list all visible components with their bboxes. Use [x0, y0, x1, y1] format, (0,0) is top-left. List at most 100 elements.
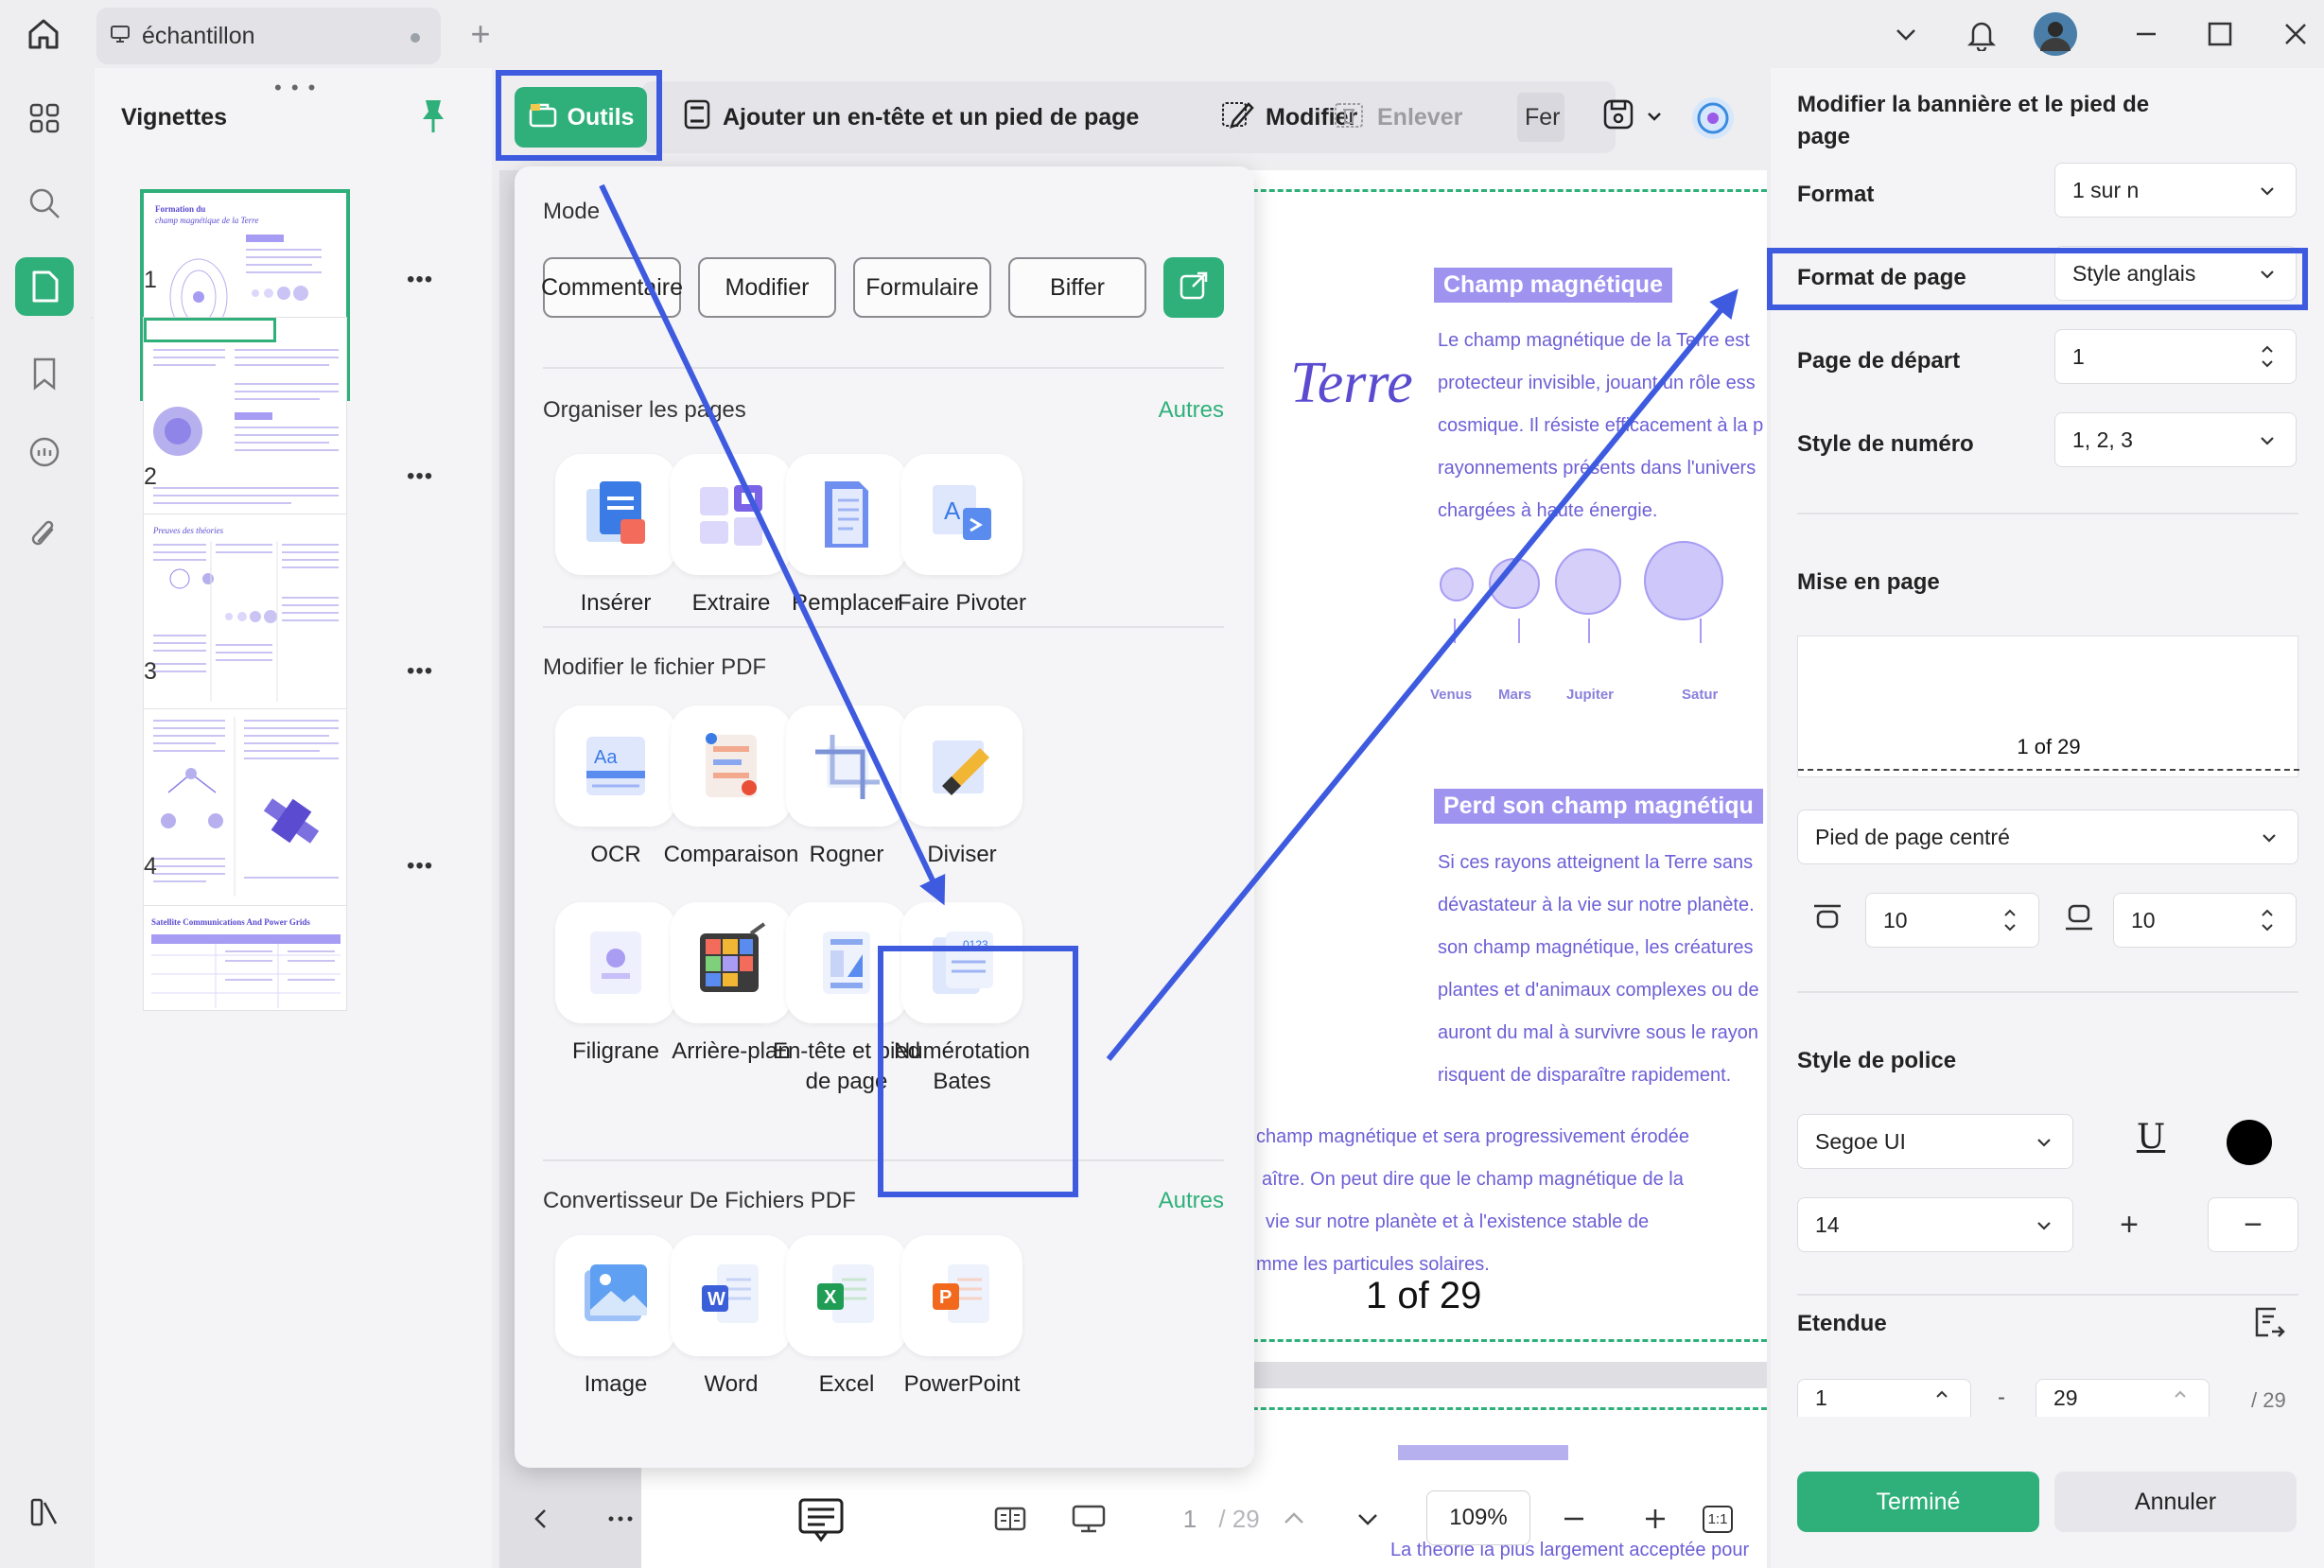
edit-icon [1220, 98, 1254, 137]
thumb-label-3: 3 [144, 658, 157, 685]
pin-icon[interactable] [416, 96, 454, 138]
format-select[interactable]: 1 sur n [2054, 163, 2297, 218]
number-style-select[interactable]: 1, 2, 3 [2054, 412, 2297, 467]
start-page-stepper[interactable]: 1 [2054, 329, 2297, 384]
doc-line: son champ magnétique, les créatures [1438, 937, 1754, 958]
tool-rotate[interactable]: A Faire Pivoter [882, 454, 1042, 618]
margin-top-stepper[interactable]: 10 [1865, 893, 2039, 948]
thumb-label-2: 2 [144, 463, 157, 490]
font-size-select[interactable]: 14 [1797, 1197, 2073, 1252]
mode-comment-button[interactable]: Commentaire [541, 257, 683, 318]
page-format-select[interactable]: Style anglais [2054, 246, 2297, 301]
remove-button[interactable]: Enlever [1332, 89, 1462, 146]
chevron-down-icon[interactable] [1882, 13, 1930, 55]
presentation-icon[interactable] [1065, 1494, 1112, 1543]
page-thumbnail-3[interactable]: Preuves des théories [144, 514, 346, 719]
bookmark-icon[interactable] [15, 344, 74, 403]
range-to-stepper[interactable]: 29 [2036, 1379, 2210, 1417]
panel-grip[interactable]: • • • [274, 76, 317, 100]
position-select[interactable]: Pied de page centré [1797, 810, 2298, 864]
search-icon[interactable] [15, 174, 74, 233]
organize-more-link[interactable]: Autres [1159, 397, 1224, 424]
mode-form-button[interactable]: Formulaire [853, 257, 991, 318]
open-external-button[interactable] [1163, 257, 1224, 318]
close-partial-button[interactable]: Fer [1517, 93, 1564, 142]
cancel-button[interactable]: Annuler [2054, 1472, 2297, 1532]
attachment-icon[interactable] [15, 505, 74, 564]
margin-bottom-stepper[interactable]: 10 [2113, 893, 2297, 948]
thumb-more-button[interactable]: ••• [407, 267, 433, 293]
zoom-out-icon[interactable] [1555, 1494, 1593, 1543]
document-tab[interactable]: échantillon [96, 8, 441, 64]
convert-more-link[interactable]: Autres [1159, 1188, 1224, 1214]
spinner-icon[interactable] [2001, 901, 2019, 945]
thumb-more-button[interactable]: ••• [407, 463, 433, 490]
doc-line: plantes et d'animaux complexes ou de [1438, 980, 1759, 1001]
spinner-icon[interactable] [2258, 901, 2277, 945]
tool-convert-powerpoint[interactable]: P PowerPoint [882, 1235, 1042, 1400]
planet-saturn [1644, 541, 1723, 620]
page-range-icon[interactable] [2249, 1303, 2291, 1345]
ai-assistant-icon[interactable] [1689, 95, 1737, 142]
chevron-down-icon [2258, 181, 2277, 206]
maximize-icon[interactable] [2196, 13, 2244, 55]
add-tab-button[interactable]: + [462, 13, 499, 55]
tool-split[interactable]: Diviser [882, 706, 1042, 870]
doc-line: champ magnétique et sera progressivement… [1256, 1126, 1690, 1147]
chevron-down-icon [2258, 264, 2277, 289]
divider [1797, 1294, 2298, 1296]
remove-icon [1332, 98, 1366, 137]
range-separator: - [1998, 1385, 2005, 1410]
grid-view-icon[interactable] [15, 89, 74, 148]
mode-edit-button[interactable]: Modifier [698, 257, 836, 318]
doc-paragraph-3: champ magnétique et sera progressivement… [1256, 1116, 1689, 1286]
zoom-level[interactable]: 109% [1426, 1490, 1530, 1545]
page-current[interactable]: 1 [1171, 1494, 1209, 1543]
thumb-more-button[interactable]: ••• [407, 853, 433, 880]
split-icon [901, 706, 1022, 827]
save-menu-button[interactable] [1602, 89, 1663, 146]
chevron-down-icon[interactable] [1349, 1494, 1387, 1543]
font-size-decrease-button[interactable]: − [2208, 1197, 2298, 1252]
range-from-stepper[interactable]: 1 [1797, 1379, 1971, 1417]
tools-button[interactable]: Outils [515, 87, 647, 148]
chevron-up-icon[interactable] [2171, 1384, 2190, 1409]
actual-size-button[interactable]: 1:1 [1699, 1494, 1737, 1543]
font-size-increase-button[interactable]: + [2088, 1197, 2170, 1252]
range-from-value: 1 [1815, 1385, 1827, 1410]
tool-bates-numbering[interactable]: 0123 Numérotation Bates [882, 902, 1042, 1097]
doc-line: vie sur notre planète et à l'existence s… [1266, 1211, 1650, 1232]
font-color-swatch[interactable] [2227, 1120, 2272, 1165]
page-thumbnail-5[interactable]: Satellite Communications And Power Grids [144, 906, 346, 1010]
avatar[interactable] [2032, 12, 2079, 56]
planet-ticks-icon [1454, 618, 1702, 643]
save-icon [1602, 97, 1634, 138]
thumbnails-icon[interactable] [15, 257, 74, 316]
page-number-footer: 1 of 29 [1366, 1275, 1482, 1316]
chevron-up-icon[interactable] [1275, 1494, 1313, 1543]
spinner-icon[interactable] [2258, 338, 2277, 381]
chevron-left-icon[interactable] [522, 1494, 560, 1543]
zoom-in-icon[interactable] [1636, 1494, 1674, 1543]
bell-icon[interactable] [1958, 13, 2005, 55]
convert-section-title: Convertisseur De Fichiers PDF [543, 1188, 856, 1213]
book-view-icon[interactable] [991, 1494, 1029, 1543]
underline-button[interactable]: U [2126, 1118, 2175, 1167]
add-header-footer-button[interactable]: Ajouter un en-tête et un pied de page [683, 89, 1139, 146]
header-footer-properties-panel: Modifier la bannière et le pied de page … [1771, 68, 2324, 1568]
comment-list-icon[interactable] [793, 1494, 849, 1543]
font-family-select[interactable]: Segoe UI [1797, 1114, 2073, 1169]
home-icon[interactable] [21, 13, 66, 55]
comment-icon[interactable] [15, 424, 74, 482]
page-thumbnail-2[interactable] [144, 318, 346, 522]
chevron-up-icon[interactable] [1932, 1384, 1951, 1409]
mode-redact-button[interactable]: Biffer [1008, 257, 1146, 318]
thumb-more-button[interactable]: ••• [407, 658, 433, 685]
more-dots-icon[interactable] [602, 1494, 639, 1543]
page-thumbnail-4[interactable] [144, 709, 346, 914]
close-icon[interactable] [2272, 13, 2319, 55]
doc-line: cosmique. Il résiste efficacement à la p [1438, 415, 1764, 436]
layers-icon[interactable] [15, 1483, 74, 1542]
minimize-icon[interactable] [2123, 13, 2170, 55]
done-button[interactable]: Terminé [1797, 1472, 2039, 1532]
